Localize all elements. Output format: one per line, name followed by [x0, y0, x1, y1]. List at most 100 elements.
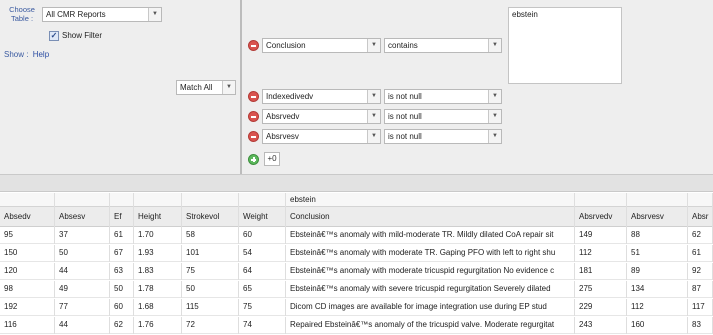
table-cell: 50 [55, 245, 110, 262]
table-cell: 74 [239, 317, 286, 334]
table-cell: 87 [688, 281, 713, 298]
column-filter-cell[interactable] [575, 193, 627, 207]
table-cell: 117 [688, 299, 713, 316]
table-cell: 1.83 [134, 263, 182, 280]
condition-operator-select[interactable]: is not null ▼ [384, 129, 502, 144]
condition-field-value: Indexedivedv [266, 92, 314, 101]
remove-condition-icon[interactable] [248, 40, 259, 51]
column-header[interactable]: Absedv [0, 207, 55, 227]
column-filter-cell[interactable] [239, 193, 286, 207]
table-cell: 44 [55, 263, 110, 280]
column-header[interactable]: Absrvedv [575, 207, 627, 227]
table-cell: 1.93 [134, 245, 182, 262]
chevron-down-icon: ▼ [488, 110, 501, 123]
table-cell: 160 [627, 317, 688, 334]
chevron-down-icon: ▼ [367, 90, 380, 103]
column-filter-cell[interactable] [110, 193, 134, 207]
column-filter-cell[interactable] [182, 193, 239, 207]
chevron-down-icon: ▼ [488, 90, 501, 103]
table-cell: 61 [688, 245, 713, 262]
table-row[interactable]: 150 50 67 1.93 101 54 Ebsteinâ€™s anomaly with… [0, 245, 713, 262]
column-header[interactable]: Ef [110, 207, 134, 227]
table-cell: 98 [0, 281, 55, 298]
table-select[interactable]: All CMR Reports ▼ [42, 7, 162, 22]
add-group-button[interactable]: +0 [264, 152, 280, 166]
remove-condition-icon[interactable] [248, 131, 259, 142]
table-cell: 50 [182, 281, 239, 298]
table-cell: 51 [627, 245, 688, 262]
condition-operator-value: is not null [388, 132, 422, 141]
table-cell: Ebsteinâ€™s anomaly with moderate TR. Ga… [286, 245, 575, 262]
condition-field-select[interactable]: Absrvesv ▼ [262, 129, 381, 144]
column-header[interactable]: Absesv [55, 207, 110, 227]
condition-field-select[interactable]: Indexedivedv ▼ [262, 89, 381, 104]
table-cell: 120 [0, 263, 55, 280]
table-cell: 49 [55, 281, 110, 298]
chevron-down-icon: ▼ [222, 81, 235, 94]
table-cell: 60 [239, 227, 286, 244]
table-chooser-panel: Choose Table : All CMR Reports ▼ ✓ Show … [0, 0, 240, 174]
table-cell: 50 [110, 281, 134, 298]
condition-operator-select[interactable]: contains ▼ [384, 38, 502, 53]
column-header[interactable]: Weight [239, 207, 286, 227]
table-cell: 229 [575, 299, 627, 316]
table-row[interactable]: 95 37 61 1.70 58 60 Ebsteinâ€™s anomaly with m… [0, 227, 713, 244]
column-header[interactable]: Height [134, 207, 182, 227]
table-cell: 243 [575, 317, 627, 334]
filter-value-textarea[interactable]: ebstein [508, 7, 622, 84]
add-condition-icon[interactable] [248, 154, 259, 165]
remove-condition-icon[interactable] [248, 91, 259, 102]
column-filter-cell[interactable] [0, 193, 55, 207]
remove-condition-icon[interactable] [248, 111, 259, 122]
condition-field-select[interactable]: Conclusion ▼ [262, 38, 381, 53]
match-mode-select[interactable]: Match All ▼ [176, 80, 236, 95]
table-cell: 1.78 [134, 281, 182, 298]
table-cell: 37 [55, 227, 110, 244]
table-cell: 134 [627, 281, 688, 298]
table-row[interactable]: 98 49 50 1.78 50 65 Ebsteinâ€™s anomaly with s… [0, 281, 713, 298]
table-cell: 1.76 [134, 317, 182, 334]
table-cell: Repaired Ebsteinâ€™s anomaly of the tric… [286, 317, 575, 334]
panel-divider[interactable] [240, 0, 242, 174]
column-filter-cell[interactable] [627, 193, 688, 207]
table-cell: 54 [239, 245, 286, 262]
table-row[interactable]: 120 44 63 1.83 75 64 Ebsteinâ€™s anomaly with … [0, 263, 713, 280]
table-cell: 275 [575, 281, 627, 298]
column-filter-row: ebstein [0, 193, 713, 207]
filter-panel: Choose Table : All CMR Reports ▼ ✓ Show … [0, 0, 713, 174]
table-row[interactable]: 116 44 62 1.76 72 74 Repaired Ebsteinâ€™s anom… [0, 317, 713, 334]
column-header[interactable]: Strokevol [182, 207, 239, 227]
table-cell: 95 [0, 227, 55, 244]
condition-operator-select[interactable]: is not null ▼ [384, 89, 502, 104]
table-cell: 1.70 [134, 227, 182, 244]
show-label: Show : [4, 50, 29, 59]
condition-operator-value: is not null [388, 112, 422, 121]
column-filter-cell-conclusion[interactable]: ebstein [286, 193, 575, 207]
column-filter-cell[interactable] [688, 193, 713, 207]
splitter-bar[interactable] [0, 174, 713, 192]
table-cell: 72 [182, 317, 239, 334]
results-table: ebstein Absedv Absesv Ef Height Strokevo… [0, 193, 713, 335]
table-cell: 150 [0, 245, 55, 262]
show-filter-label: Show Filter [62, 31, 103, 40]
table-cell: 61 [110, 227, 134, 244]
match-mode-value: Match All [180, 83, 213, 92]
condition-field-value: Conclusion [266, 41, 306, 50]
column-header[interactable]: Conclusion [286, 207, 575, 227]
show-help-row: Show : Help [4, 50, 49, 59]
column-filter-cell[interactable] [134, 193, 182, 207]
condition-operator-select[interactable]: is not null ▼ [384, 109, 502, 124]
table-cell: 67 [110, 245, 134, 262]
table-row[interactable]: 192 77 60 1.68 115 75 Dicom CD images are avai… [0, 299, 713, 316]
condition-field-select[interactable]: Absrvedv ▼ [262, 109, 381, 124]
column-filter-cell[interactable] [55, 193, 110, 207]
show-filter-checkbox[interactable]: ✓ [49, 31, 59, 41]
table-cell: 92 [688, 263, 713, 280]
help-link[interactable]: Help [33, 50, 49, 59]
table-cell: Dicom CD images are available for image … [286, 299, 575, 316]
table-cell: 83 [688, 317, 713, 334]
column-header[interactable]: Absrvesv [627, 207, 688, 227]
column-header[interactable]: Absr [688, 207, 713, 227]
table-cell: 62 [110, 317, 134, 334]
table-cell: 62 [688, 227, 713, 244]
